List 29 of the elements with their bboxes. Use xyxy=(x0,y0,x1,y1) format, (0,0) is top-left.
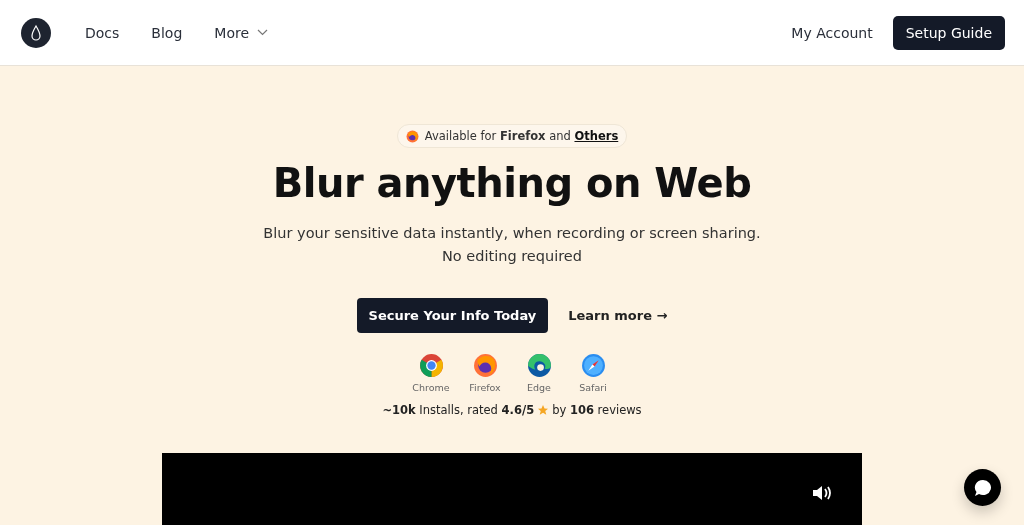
others-link[interactable]: Others xyxy=(574,129,619,143)
compass-icon xyxy=(580,353,606,378)
browser-name: Edge xyxy=(527,382,551,393)
chrome-icon xyxy=(418,353,444,378)
primary-button[interactable]: Secure Your Info Today xyxy=(356,298,549,333)
availability-text: Available for Firefox and Others xyxy=(424,129,619,143)
firefox-icon xyxy=(472,353,498,378)
chevron-down-icon xyxy=(257,29,268,36)
star-icon xyxy=(537,404,550,416)
chat-button[interactable] xyxy=(964,469,1001,506)
volume-icon[interactable] xyxy=(812,485,834,501)
hero-title: Blur anything on Web xyxy=(272,160,752,206)
firefox-icon xyxy=(405,129,419,143)
logo-icon[interactable] xyxy=(21,17,51,48)
setup-guide-button[interactable]: Setup Guide xyxy=(892,15,1005,50)
nav-link[interactable]: Docs xyxy=(85,24,120,41)
learn-more-link[interactable]: Learn more → xyxy=(568,308,668,323)
chat-bubble-icon xyxy=(972,477,993,498)
account-link[interactable]: My Account xyxy=(791,24,873,41)
edge-icon xyxy=(526,353,552,378)
nav-dropdown[interactable]: More xyxy=(214,24,268,41)
rating-text: ~10k Installs, rated 4.6/5 xyxy=(382,403,535,417)
nav-link[interactable]: Blog xyxy=(151,24,183,41)
browser-name: Safari xyxy=(579,382,607,393)
rating-text: by 106 reviews xyxy=(552,403,642,417)
hero-subtitle: Blur your sensitive data instantly, when recording or screen sharing. xyxy=(263,224,761,243)
browser-name: Firefox xyxy=(469,382,501,393)
browser-name: Chrome xyxy=(412,382,450,393)
hero-subtitle: No editing required xyxy=(441,247,583,266)
